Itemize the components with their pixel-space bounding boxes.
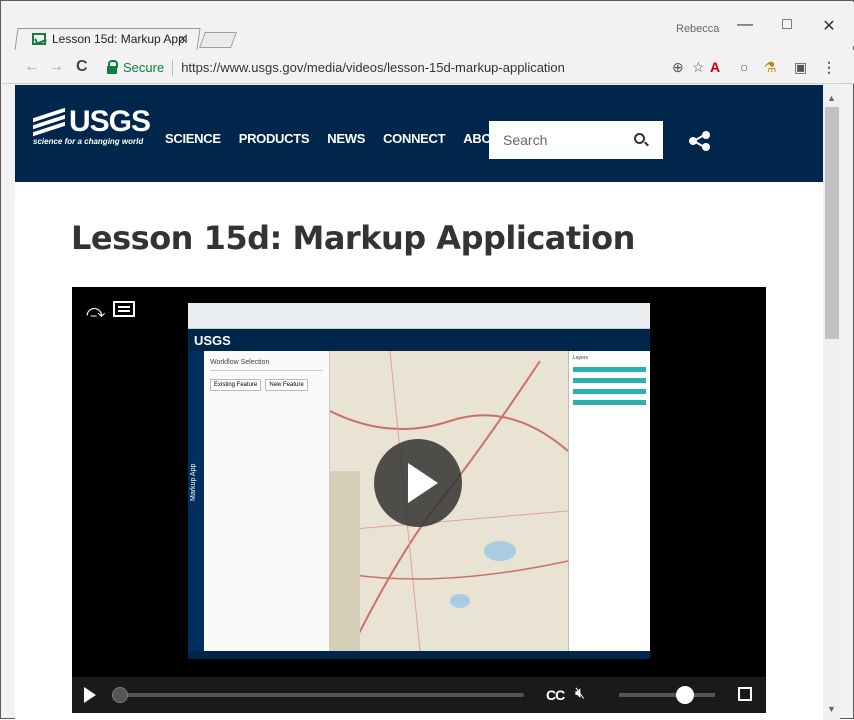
video-legend: Layers <box>568 351 650 651</box>
video-footer <box>188 651 650 659</box>
progress-track[interactable] <box>112 693 524 697</box>
page-title: Lesson 15d: Markup Application <box>71 219 635 257</box>
forward-button[interactable]: → <box>48 58 64 76</box>
video-side-label: Markup App <box>190 463 197 501</box>
secure-label: Secure <box>123 60 165 75</box>
search-placeholder: Search <box>503 132 548 148</box>
tab-close-icon[interactable]: × <box>179 31 187 46</box>
reload-button[interactable]: C <box>76 58 88 76</box>
profile-name[interactable]: Rebecca <box>676 23 719 35</box>
address-toolbar: ← → C Secure https://www.usgs.gov/media/… <box>2 50 854 84</box>
search-input[interactable]: Search <box>489 121 663 159</box>
main-nav: SCIENCE PRODUCTS NEWS CONNECT ABOUT <box>165 131 526 146</box>
logo-tagline: science for a changing world <box>33 137 144 146</box>
share-icon[interactable] <box>689 131 711 151</box>
omnibox-divider <box>172 59 174 76</box>
nav-connect[interactable]: CONNECT <box>383 131 445 146</box>
logo-text: USGS <box>69 105 151 138</box>
fullscreen-button[interactable] <box>738 687 752 701</box>
browser-tab-content[interactable]: Lesson 15d: Markup Appl <box>32 29 187 49</box>
usgs-logo[interactable]: USGS science for a changing world <box>33 105 151 146</box>
pdf-extension-icon[interactable]: A <box>710 59 720 75</box>
volume-knob[interactable] <box>676 686 694 704</box>
site-header: USGS science for a changing world SCIENC… <box>15 85 823 182</box>
existing-feature-button: Existing Feature <box>210 379 262 391</box>
lock-icon <box>107 59 118 74</box>
play-button[interactable] <box>84 687 96 703</box>
maximize-button[interactable]: □ <box>772 16 802 34</box>
play-overlay-button[interactable] <box>374 439 462 527</box>
video-sidebar: Markup App <box>188 351 204 651</box>
usgs-favicon-icon <box>32 33 46 45</box>
scrollbar-thumb[interactable] <box>825 107 839 339</box>
share-arrow-icon[interactable]: ⤼ <box>86 301 105 322</box>
new-tab-button[interactable] <box>199 32 237 48</box>
back-button[interactable]: ← <box>24 58 40 76</box>
close-window-button[interactable]: ✕ <box>814 16 844 36</box>
video-controls: CC 🔇︎ <box>72 677 766 713</box>
tab-strip: Lesson 15d: Markup Appl × Rebecca — □ ✕ <box>2 2 854 50</box>
new-feature-button: New Feature <box>265 379 308 391</box>
scroll-down-icon[interactable]: ▼ <box>827 704 836 714</box>
flask-extension-icon[interactable]: ⚗ <box>764 59 777 76</box>
playlist-icon[interactable] <box>113 301 136 317</box>
search-icon[interactable] <box>634 133 645 144</box>
captions-button[interactable]: CC <box>546 687 565 703</box>
legend-title: Layers <box>573 355 589 361</box>
video-browser-chrome <box>188 303 650 329</box>
video-player[interactable]: ⤼ USGS Markup App Workflow Selection Exi… <box>72 287 766 713</box>
nav-products[interactable]: PRODUCTS <box>239 131 310 146</box>
volume-track[interactable] <box>619 693 715 697</box>
video-top-icons: ⤼ <box>86 301 136 322</box>
browser-window: Lesson 15d: Markup Appl × Rebecca — □ ✕ … <box>0 0 854 720</box>
chrome-menu-icon[interactable]: ⋮ <box>822 59 836 76</box>
mute-icon[interactable]: 🔇︎ <box>575 685 585 703</box>
extension-a-icon[interactable]: ▣ <box>794 59 807 76</box>
video-workflow-panel: Workflow Selection Existing Feature New … <box>204 351 330 651</box>
bookmark-star-icon[interactable]: ☆ <box>692 59 705 76</box>
page-viewport: USGS science for a changing world SCIENC… <box>15 85 823 720</box>
zoom-icon[interactable]: ⊕ <box>672 59 684 76</box>
progress-knob[interactable] <box>112 687 128 703</box>
minimize-button[interactable]: — <box>730 16 760 34</box>
nav-science[interactable]: SCIENCE <box>165 131 221 146</box>
video-usgs-header: USGS <box>188 329 650 351</box>
scroll-up-icon[interactable]: ▲ <box>827 93 836 103</box>
nav-news[interactable]: NEWS <box>327 131 365 146</box>
extension-circle-icon[interactable]: ○ <box>740 59 748 75</box>
address-bar[interactable]: Secure https://www.usgs.gov/media/videos… <box>107 55 707 80</box>
url-text[interactable]: https://www.usgs.gov/media/videos/lesson… <box>181 60 565 75</box>
workflow-selection-label: Workflow Selection <box>210 359 323 371</box>
tab-title: Lesson 15d: Markup Appl <box>52 32 188 46</box>
usgs-waves-icon <box>33 107 65 137</box>
